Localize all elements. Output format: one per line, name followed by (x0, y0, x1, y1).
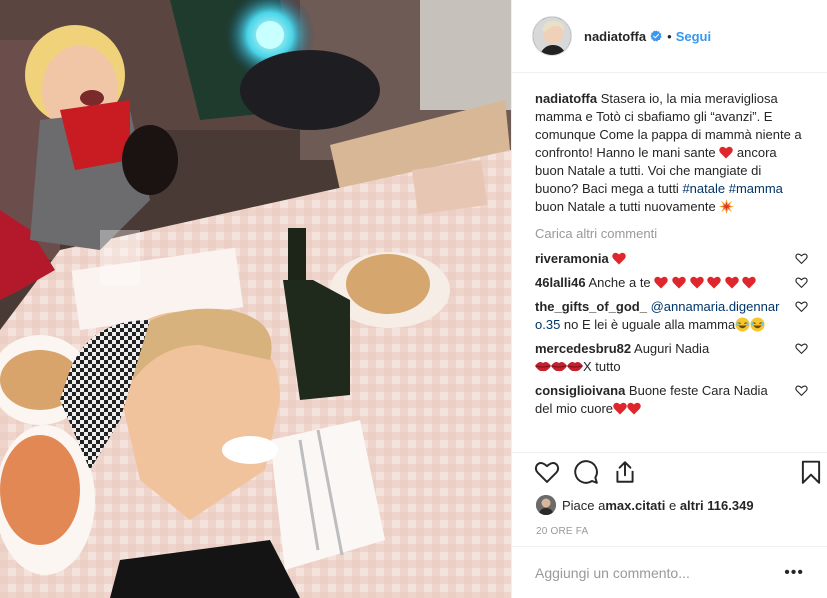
kiss-lips-emoji-icon (551, 362, 567, 372)
comment-like-heart-icon[interactable] (795, 300, 808, 313)
red-heart-emoji-icon (612, 252, 627, 265)
comment-like-heart-icon[interactable] (795, 252, 808, 265)
comment-username[interactable]: the_gifts_of_god_ (535, 299, 647, 314)
comment-username[interactable]: 46lalli46 (535, 275, 586, 290)
post-side-panel: nadiatoffa • Segui nadiatoffa Stasera io… (511, 0, 827, 598)
kiss-lips-emoji-icon (567, 362, 583, 372)
comment-text: no E lei è uguale alla mamma (560, 317, 736, 332)
comment-text-2: X tutto (583, 359, 621, 374)
verified-badge-icon (650, 30, 662, 42)
comment-username[interactable]: riveramonia (535, 251, 609, 266)
comments-list[interactable]: nadiatoffa Stasera io, la mia meraviglio… (512, 74, 827, 452)
likes-first-user[interactable]: max.citati (605, 498, 665, 513)
collision-emoji-icon (719, 199, 735, 214)
caption-text-3: buon Natale a tutti nuovamente (535, 199, 720, 214)
author-username[interactable]: nadiatoffa (584, 29, 646, 44)
red-heart-emoji-icon (725, 276, 739, 289)
post-timestamp[interactable]: 20 ORE FA (536, 526, 588, 537)
post-caption: nadiatoffa Stasera io, la mia meraviglio… (535, 90, 804, 216)
hashtag-natale[interactable]: #natale (682, 181, 725, 196)
caption-username[interactable]: nadiatoffa (535, 91, 597, 106)
red-heart-emoji-icon (742, 276, 757, 289)
author-avatar[interactable] (532, 16, 572, 56)
hashtag-mamma[interactable]: #mamma (729, 181, 783, 196)
post-header: nadiatoffa • Segui (512, 0, 827, 73)
likes-middle: e (665, 497, 680, 513)
comment-text: Auguri Nadia (631, 341, 710, 356)
comment-like-heart-icon[interactable] (795, 342, 808, 355)
like-button[interactable] (534, 459, 562, 487)
share-button[interactable] (612, 459, 640, 487)
load-more-comments-button[interactable]: Carica altri commenti (535, 225, 804, 243)
likes-summary[interactable]: Piace a max.citati e altri 116.349 (536, 493, 816, 517)
comment-like-heart-icon[interactable] (795, 276, 808, 289)
comment-username[interactable]: consiglioivana (535, 383, 625, 398)
save-button[interactable] (798, 459, 826, 487)
red-heart-emoji-icon (689, 276, 704, 289)
post-action-bar (512, 452, 827, 492)
add-comment-bar: ••• (512, 546, 827, 598)
comment-text: Anche a te (585, 275, 655, 290)
bookmark-icon (801, 460, 821, 484)
red-heart-emoji-icon (672, 276, 686, 289)
comment-button[interactable] (573, 459, 601, 487)
red-heart-emoji-icon (613, 402, 627, 415)
add-comment-input[interactable] (535, 564, 785, 581)
comment-like-heart-icon[interactable] (795, 384, 808, 397)
laughing-emoji-icon (750, 317, 765, 332)
likes-prefix: Piace a (562, 497, 606, 513)
speech-bubble-icon (574, 460, 598, 484)
likes-others-count[interactable]: altri 116.349 (680, 498, 754, 513)
red-heart-emoji-icon (707, 276, 721, 289)
red-heart-emoji-icon (654, 276, 669, 289)
heart-outline-icon (534, 462, 560, 483)
header-separator-dot: • (667, 28, 672, 44)
laughing-emoji-icon (735, 317, 750, 332)
more-options-icon[interactable]: ••• (784, 564, 804, 581)
red-heart-emoji-icon (719, 146, 734, 159)
post-photo[interactable] (0, 0, 511, 598)
liker-avatar (536, 495, 556, 515)
comment-item: riveramonia (535, 250, 808, 268)
comment-item: the_gifts_of_god_ @annamaria.digennaro.3… (535, 298, 808, 334)
comment-item: 46lalli46 Anche a te (535, 274, 808, 292)
share-icon (616, 461, 634, 483)
kiss-lips-emoji-icon (535, 362, 551, 372)
comment-item: mercedesbru82 Auguri Nadia X tutto (535, 340, 808, 376)
comment-item: consiglioivana Buone feste Cara Nadia de… (535, 382, 808, 418)
red-heart-emoji-icon (627, 402, 641, 415)
comment-username[interactable]: mercedesbru82 (535, 341, 631, 356)
follow-button[interactable]: Segui (676, 29, 711, 44)
